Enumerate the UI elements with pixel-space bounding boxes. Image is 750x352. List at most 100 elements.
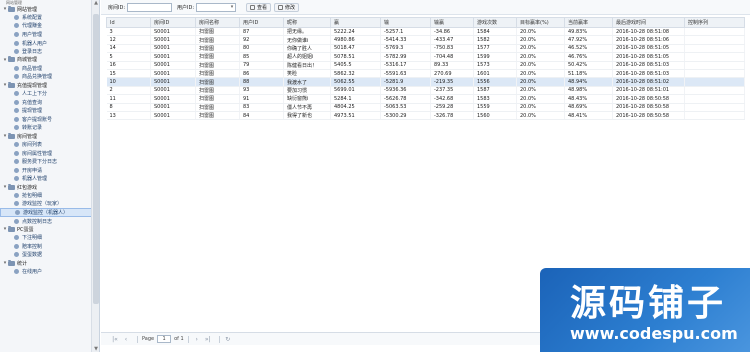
page-icon — [14, 40, 19, 46]
column-header[interactable]: 用户ID — [239, 17, 284, 28]
table-cell: 5699.01 — [330, 86, 381, 96]
table-cell — [684, 69, 745, 79]
table-cell: -326.78 — [430, 111, 474, 121]
sidebar-item[interactable]: 登录日志 — [0, 47, 99, 56]
table-cell: 2016-10-28 08:51:05 — [612, 52, 685, 62]
sidebar-item[interactable]: 商品兑换管理 — [0, 73, 99, 82]
table-row[interactable]: 8 S0001 扫雷图 83 僵人节不再 4804.25 -5063.53 -259.28 15… — [106, 103, 745, 112]
page-icon — [14, 167, 19, 173]
table-row[interactable]: 16 S0001 扫雷图 79 陈健看日出！ 5405.5 -5316.17 89.33 157… — [106, 61, 745, 70]
sidebar-item[interactable]: 用户管理 — [0, 30, 99, 39]
table-row[interactable]: 11 S0001 扫雷图 91 缺衍窗熊i 5284.1 -5626.78 -342.68 15… — [106, 94, 745, 104]
scroll-up-icon[interactable]: ▲ — [93, 0, 99, 6]
sidebar-item[interactable]: 提现管理 — [0, 106, 99, 115]
sidebar-item[interactable]: 房间列表 — [0, 140, 99, 149]
table-row[interactable]: 13 S0001 扫雷图 84 我得了新也 4973.51 -5300.29 -326.78 1… — [106, 111, 745, 121]
table-cell: 2016-10-28 08:51:08 — [612, 27, 685, 37]
nav-group-label: 充值提现管理 — [17, 82, 48, 89]
nav-group: ▾ 充值提现管理 人工上下分 充值查询 提现管理 客户提现账号 转账记录 — [0, 81, 99, 132]
page-number-input[interactable]: 1 — [157, 335, 172, 343]
column-header[interactable]: 游戏次数 — [473, 17, 517, 28]
page-icon — [15, 210, 20, 216]
table-cell: S0001 — [150, 44, 196, 54]
column-header[interactable]: 房间ID — [150, 17, 196, 28]
table-cell: S0001 — [150, 103, 196, 112]
sidebar-item[interactable]: 蛋蛋数据 — [0, 251, 99, 260]
sidebar-item[interactable]: 房间属性管理 — [0, 149, 99, 158]
sidebar-item[interactable]: 系统配置 — [0, 13, 99, 22]
sidebar-item[interactable]: 开房申请 — [0, 166, 99, 175]
sidebar-item[interactable]: 抢包明细 — [0, 191, 99, 200]
prev-page-icon[interactable]: ‹ — [122, 336, 130, 343]
column-header[interactable]: 赢 — [330, 17, 381, 28]
table-row[interactable]: 15 S0001 扫雷图 86 笑睑 5862.32 -5591.63 270.69 1601 2… — [106, 69, 745, 79]
sidebar-item[interactable]: 转账记录 — [0, 124, 99, 133]
sidebar-item[interactable]: 客户提现账号 — [0, 115, 99, 124]
column-header[interactable]: Id — [106, 17, 151, 28]
nav-group-header[interactable]: ▾ 商城管理 — [0, 56, 99, 64]
sidebar-item-label: 充值查询 — [22, 99, 43, 106]
nav-group-header[interactable]: ▾ 红包游戏 — [0, 183, 99, 191]
column-header[interactable]: 当前赢率 — [564, 17, 613, 28]
column-header[interactable]: 昵称 — [283, 17, 331, 28]
refresh-icon[interactable]: ↻ — [224, 336, 232, 343]
sidebar-item[interactable]: 下注明细 — [0, 233, 99, 242]
nav-group-header[interactable]: ▾ 网站管理 — [0, 5, 99, 13]
pager-separator — [218, 335, 220, 343]
table-cell: 2016-10-28 08:51:05 — [612, 44, 685, 54]
table-cell: -259.28 — [430, 103, 474, 112]
table-cell: 1601 — [473, 69, 517, 79]
sidebar-scrollbar[interactable]: ▲ ▼ — [91, 0, 99, 352]
sidebar-item[interactable]: 代理赚金 — [0, 22, 99, 31]
sidebar-item[interactable]: 机器人管理 — [0, 175, 99, 184]
sidebar-item-label: 抢包明细 — [22, 192, 43, 199]
sidebar-item[interactable]: 在线用户 — [0, 267, 99, 276]
column-header[interactable]: 房间名称 — [195, 17, 240, 28]
search-button[interactable]: 查看 — [246, 2, 272, 12]
page-icon — [14, 49, 19, 55]
table-cell: 20.0% — [516, 86, 565, 96]
table-cell: 79 — [239, 61, 284, 70]
sidebar-item[interactable]: 赔率控制 — [0, 242, 99, 251]
sidebar-item[interactable]: 点数控制日志 — [0, 217, 99, 226]
column-header[interactable]: 控制序列 — [684, 17, 745, 28]
table-cell — [684, 61, 745, 70]
table-row[interactable]: 2 S0001 扫雷图 93 要加习惯 5699.01 -5936.36 -237.35 158… — [106, 86, 745, 96]
first-page-icon[interactable]: |« — [111, 336, 119, 343]
table-cell: 陈健看日出！ — [283, 61, 331, 70]
page-icon — [14, 108, 19, 114]
nav-group-header[interactable]: ▾ PC蛋蛋 — [0, 225, 99, 233]
sidebar-item[interactable]: 充值查询 — [0, 98, 99, 107]
column-header[interactable]: 最后游戏时间 — [612, 17, 685, 28]
sidebar-item[interactable]: 商品管理 — [0, 64, 99, 73]
column-header[interactable]: 输赢 — [430, 17, 474, 28]
folder-icon — [8, 81, 15, 88]
table-cell: 无你做谁i — [283, 35, 331, 45]
sidebar-item[interactable]: 机器人用户 — [0, 39, 99, 48]
column-header[interactable]: 目标赢率(%) — [516, 17, 565, 28]
nav-group-header[interactable]: ▾ 充值提现管理 — [0, 81, 99, 89]
table-cell: 50.42% — [564, 61, 613, 70]
column-header[interactable]: 输 — [380, 17, 431, 28]
nav-group-header[interactable]: ▾ 统计 — [0, 259, 99, 267]
table-cell: 超人的姐姐i — [283, 52, 331, 62]
sidebar-item[interactable]: 游戏监控（机器人） — [0, 208, 99, 217]
table-cell — [684, 111, 745, 121]
nav-group-header[interactable]: ▾ 房间管理 — [0, 132, 99, 140]
sidebar-item[interactable]: 游戏监控（玩家） — [0, 200, 99, 209]
sidebar-item[interactable]: 服务费下分日志 — [0, 157, 99, 166]
table-row[interactable]: 14 S0001 扫雷图 80 你确了胜人 5018.47 -5769.3 -750.83 15… — [106, 44, 745, 54]
room-id-input[interactable] — [127, 2, 173, 12]
last-page-icon[interactable]: »| — [204, 336, 212, 343]
next-page-icon[interactable]: › — [193, 336, 201, 343]
sidebar-item[interactable]: 人工上下分 — [0, 89, 99, 98]
edit-button[interactable]: 修改 — [274, 2, 300, 12]
table-row[interactable]: 10 S0001 扫雷图 88 我渡水了 5062.55 -5281.9 -219.35 155… — [106, 77, 745, 87]
table-row[interactable]: 5 S0001 扫雷图 85 超人的姐姐i 5078.51 -5782.99 -704.48 1… — [106, 52, 745, 62]
scroll-down-icon[interactable]: ▼ — [93, 346, 99, 352]
chevron-down-icon[interactable]: ▾ — [229, 3, 235, 12]
scrollbar-thumb[interactable] — [93, 14, 99, 304]
table-row[interactable]: 3 S0001 扫雷图 87 把无缘。 5222.24 -5257.1 -34.86 1584 2… — [106, 27, 745, 37]
table-row[interactable]: 12 S0001 扫雷图 92 无你做谁i 4980.86 -5414.33 -433.47 1… — [106, 35, 745, 45]
folder-icon — [8, 259, 15, 266]
